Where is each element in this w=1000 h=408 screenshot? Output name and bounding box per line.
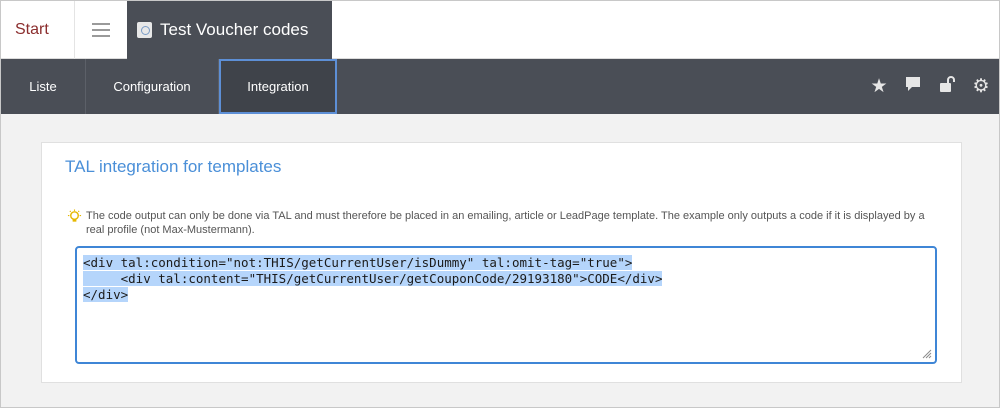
comment-icon[interactable] xyxy=(903,75,923,99)
unlock-icon[interactable] xyxy=(937,75,957,99)
hint-text: The code output can only be done via TAL… xyxy=(86,210,925,236)
tab-configuration[interactable]: Configuration xyxy=(86,59,219,114)
tab-liste-label: Liste xyxy=(29,79,57,94)
resize-handle-icon[interactable] xyxy=(921,348,932,359)
list-view-button[interactable] xyxy=(75,1,127,59)
document-tab-title: Test Voucher codes xyxy=(160,20,309,39)
start-tab-label: Start xyxy=(15,21,49,38)
toolbar-icons: ★ ⚙ xyxy=(869,59,991,114)
start-tab[interactable]: Start xyxy=(1,1,75,59)
code-line: <div tal:content="THIS/getCurrentUser/ge… xyxy=(83,271,663,286)
document-tab[interactable]: Test Voucher codes xyxy=(127,1,332,59)
tab-integration-label: Integration xyxy=(247,79,309,94)
code-line: <div tal:condition="not:THIS/getCurrentU… xyxy=(83,255,633,270)
top-bar: Start Test Voucher codes xyxy=(1,1,999,59)
code-line: </div> xyxy=(83,287,129,302)
tal-integration-panel: TAL integration for templates The code o… xyxy=(41,142,962,383)
tab-configuration-label: Configuration xyxy=(113,79,191,94)
tab-integration[interactable]: Integration xyxy=(219,59,337,114)
document-icon xyxy=(137,22,152,38)
app-window: Start Test Voucher codes Liste Configura… xyxy=(0,0,1000,408)
tab-liste[interactable]: Liste xyxy=(1,59,86,114)
gear-icon[interactable]: ⚙ xyxy=(971,75,991,98)
list-icon xyxy=(92,23,110,37)
panel-title: TAL integration for templates xyxy=(65,157,282,176)
star-icon[interactable]: ★ xyxy=(869,75,889,98)
lightbulb-icon xyxy=(67,209,82,222)
section-nav: Liste Configuration Integration ★ ⚙ xyxy=(1,59,999,114)
code-textarea[interactable]: <div tal:condition="not:THIS/getCurrentU… xyxy=(75,246,937,364)
